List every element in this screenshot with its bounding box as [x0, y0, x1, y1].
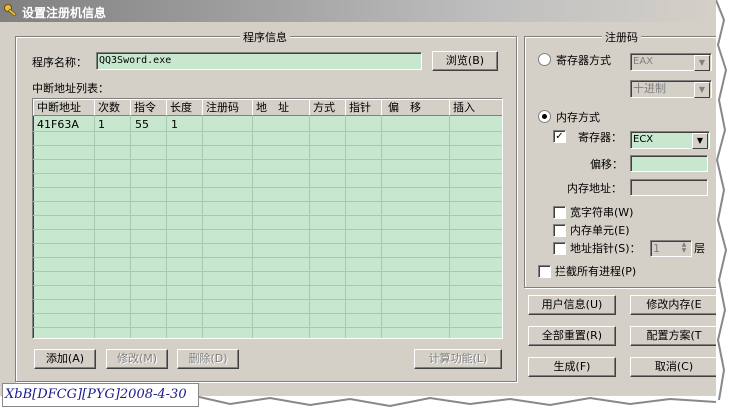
program-name-value: QQ3Sword.exe	[99, 55, 172, 66]
col-header-mode[interactable]: 方式	[309, 99, 347, 116]
chevron-down-icon[interactable]: ▼	[694, 55, 710, 71]
register-combo[interactable]: EAX ▼	[630, 53, 712, 71]
program-name-label: 程序名称：	[32, 56, 87, 69]
base-combo[interactable]: 十进制 ▼	[630, 80, 712, 98]
delete-button[interactable]: 删除(D)	[177, 349, 239, 369]
reset-all-button[interactable]: 全部重置(R)	[528, 326, 616, 346]
grid-hline	[33, 243, 502, 244]
table-row[interactable]: 41F63A 1 55 1	[33, 118, 502, 131]
grid-vline	[166, 116, 167, 338]
grid-hline	[33, 173, 502, 174]
modify-mem-button[interactable]: 修改内存(E	[630, 295, 718, 315]
col-header-count[interactable]: 次数	[94, 99, 132, 116]
user-info-button[interactable]: 用户信息(U)	[528, 295, 616, 315]
grid-hline	[33, 327, 502, 328]
dialog-window: 设置注册机信息 程序信息 程序名称： QQ3Sword.exe 浏览(B) 中断…	[0, 0, 718, 396]
add-button[interactable]: 添加(A)	[34, 349, 96, 369]
col-header-regcode[interactable]: 注册码	[202, 99, 254, 116]
grid-vline	[345, 116, 346, 338]
grid-hline	[33, 271, 502, 272]
grid-vline	[130, 116, 131, 338]
window-title: 设置注册机信息	[22, 6, 107, 20]
grid-hline	[33, 257, 502, 258]
offset-label: 偏移：	[590, 158, 623, 171]
regcode-title: 注册码	[602, 29, 641, 45]
grid-hline	[33, 299, 502, 300]
wide-string-checkbox[interactable]	[553, 206, 566, 219]
config-button[interactable]: 配置方案(T	[630, 326, 718, 346]
spinner-arrows-icon[interactable]: ▲ ▼	[678, 242, 690, 255]
cell-count: 1	[98, 118, 105, 131]
grid-vline	[202, 116, 203, 338]
base-combo-value: 十进制	[633, 82, 666, 95]
browse-button[interactable]: 浏览(B)	[432, 51, 498, 71]
mem-unit-label: 内存单元(E)	[570, 224, 630, 237]
grid-hline	[33, 229, 502, 230]
modify-button[interactable]: 修改(M)	[106, 349, 168, 369]
cell-instr: 55	[135, 118, 149, 131]
grid-vline	[252, 116, 253, 338]
torn-edge-decoration	[715, 0, 728, 401]
grid-vline	[94, 116, 95, 338]
breakpoint-list[interactable]: 中断地址 次数 指令 长度 注册码 地 址 方式 指针 偏 移 插入 41F63…	[32, 98, 503, 339]
program-name-field[interactable]: QQ3Sword.exe	[96, 52, 422, 70]
col-header-length[interactable]: 长度	[166, 99, 204, 116]
grid-vline	[381, 116, 382, 338]
col-header-addr[interactable]: 中断地址	[33, 99, 96, 116]
offset-field[interactable]	[630, 155, 708, 172]
register-combo-value: EAX	[633, 56, 654, 67]
watermark-signature: XbB[DFCG][PYG]2008-4-30	[2, 383, 199, 407]
mem-addr-label: 内存地址：	[567, 182, 622, 195]
generate-button[interactable]: 生成(F)	[528, 357, 616, 377]
layer-label: 层	[694, 242, 705, 255]
grid-hline	[33, 201, 502, 202]
wide-string-label: 宽字符串(W)	[570, 206, 634, 219]
addr-pointer-label: 地址指针(S)：	[570, 242, 641, 255]
memory-mode-radio[interactable]	[538, 110, 551, 123]
mem-addr-field[interactable]	[630, 179, 708, 196]
chevron-down-icon[interactable]: ▼	[694, 82, 710, 98]
pointer-levels-value: 1	[653, 242, 660, 255]
register-select[interactable]: ECX ▼	[630, 131, 710, 149]
grid-vline	[502, 116, 503, 338]
register-checkbox[interactable]: ✓	[553, 130, 566, 143]
key-icon	[4, 4, 17, 17]
cell-addr: 41F63A	[37, 118, 79, 131]
col-header-pointer[interactable]: 指针	[345, 99, 383, 116]
grid-hline	[33, 313, 502, 314]
col-header-instr[interactable]: 指令	[130, 99, 168, 116]
grid-hline	[33, 285, 502, 286]
addr-pointer-checkbox[interactable]	[553, 242, 566, 255]
breakpoint-list-label: 中断地址列表：	[32, 82, 109, 95]
chevron-down-icon[interactable]: ▼	[692, 133, 708, 149]
register-select-value: ECX	[633, 134, 654, 145]
grid-hline	[33, 131, 502, 132]
grid-hline	[33, 159, 502, 160]
cancel-button[interactable]: 取消(C)	[630, 357, 718, 377]
cell-length: 1	[171, 118, 178, 131]
grid-vline	[449, 116, 450, 338]
list-header: 中断地址 次数 指令 长度 注册码 地 址 方式 指针 偏 移 插入	[33, 99, 502, 116]
intercept-all-checkbox[interactable]	[538, 265, 551, 278]
col-header-insert[interactable]: 插入	[449, 99, 502, 116]
register-check-label: 寄存器：	[578, 131, 622, 144]
title-bar[interactable]: 设置注册机信息	[0, 0, 716, 22]
grid-hline	[33, 187, 502, 188]
grid-vline	[309, 116, 310, 338]
col-header-offset[interactable]: 偏 移	[381, 99, 451, 116]
program-info-title: 程序信息	[240, 29, 290, 45]
col-header-address[interactable]: 地 址	[252, 99, 311, 116]
pointer-levels-spinner[interactable]: 1 ▲ ▼	[650, 240, 692, 257]
intercept-all-label: 拦截所有进程(P)	[555, 265, 637, 278]
grid-hline	[33, 145, 502, 146]
register-mode-radio[interactable]	[538, 53, 551, 66]
calc-button[interactable]: 计算功能(L)	[414, 349, 502, 369]
grid-hline	[33, 215, 502, 216]
memory-mode-label: 内存方式	[556, 111, 600, 124]
mem-unit-checkbox[interactable]	[553, 224, 566, 237]
torn-edge-right	[715, 0, 750, 409]
register-mode-label: 寄存器方式	[556, 54, 611, 67]
